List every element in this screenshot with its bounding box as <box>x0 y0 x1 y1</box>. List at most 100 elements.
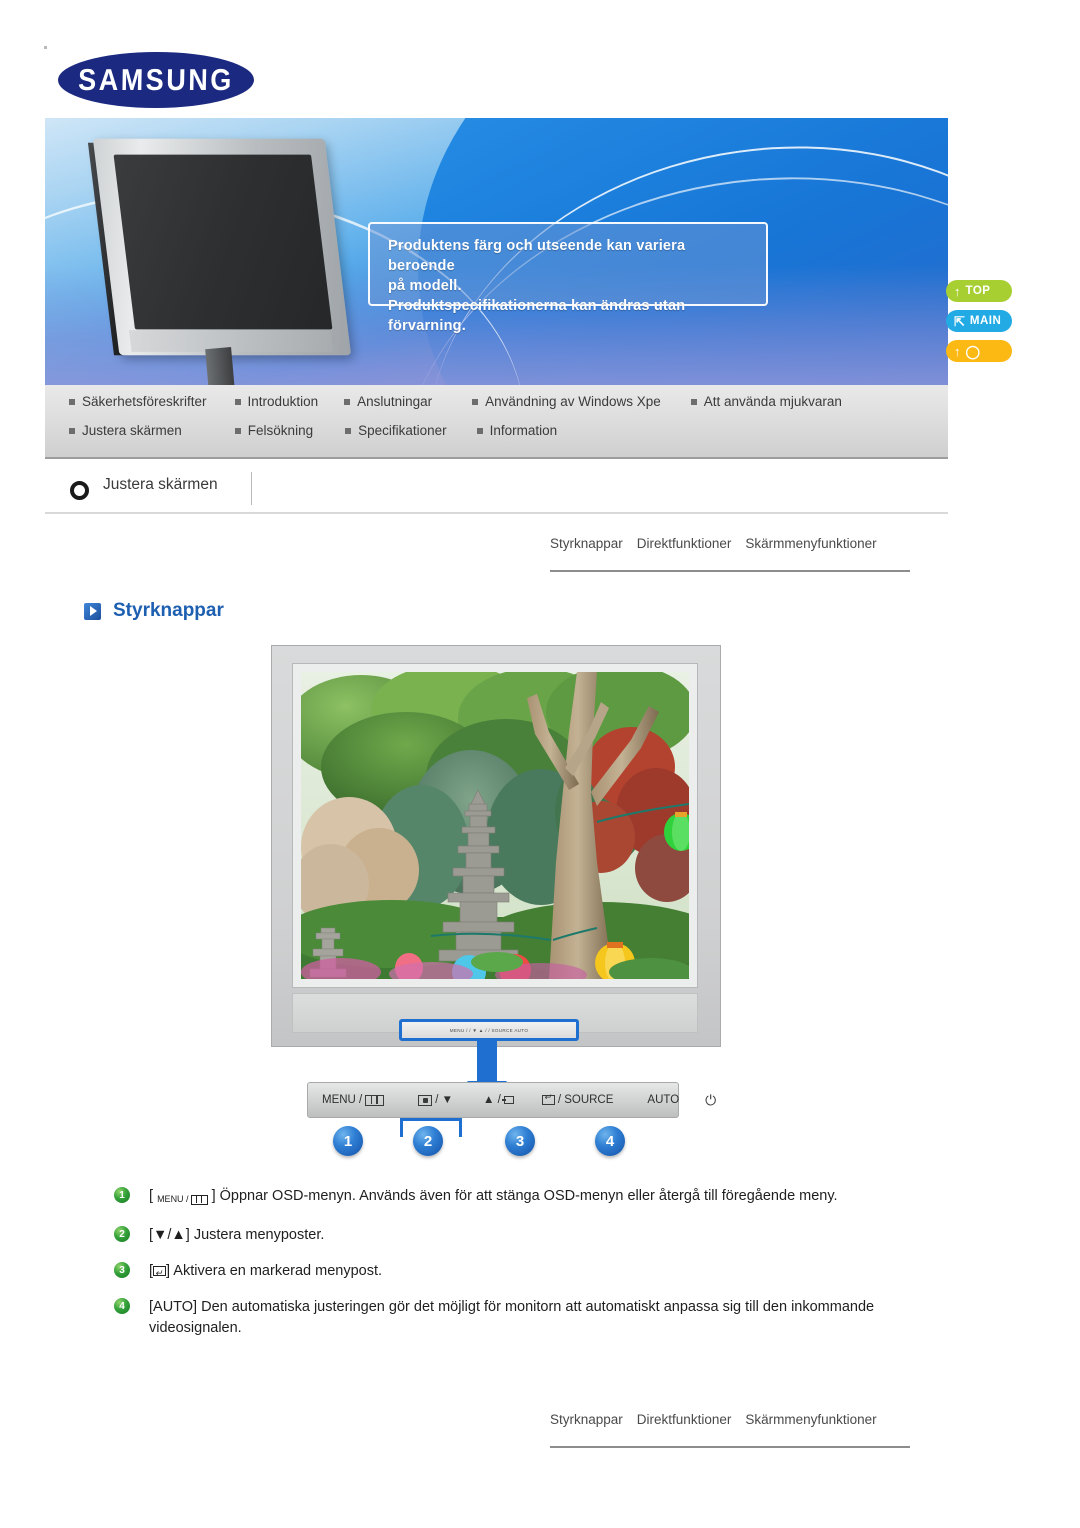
main-button-label: MAIN <box>969 315 1002 327</box>
power-icon: ⏻ <box>705 1091 717 1108</box>
logo-ellipse: SAMSUNG <box>57 52 255 108</box>
nav-label: Att använda mjukvaran <box>703 394 842 409</box>
enter-box-icon <box>153 1263 167 1284</box>
desc1-suffix: ] Öppnar OSD-menyn. Används även för att… <box>211 1188 838 1204</box>
small-box-icon <box>501 1096 514 1104</box>
bullet-square-icon <box>234 427 241 434</box>
nav-row-1: Säkerhetsföreskrifter Introduktion Anslu… <box>45 394 948 409</box>
nav-label: Specifikationer <box>358 423 447 438</box>
screen-photo <box>301 672 689 979</box>
bullet-square-icon <box>234 398 241 405</box>
monitor-inner-bezel <box>292 663 698 988</box>
callout-line-3: Produktspecifikationerna kan ändras utan… <box>388 298 686 334</box>
section-heading: Styrknappar <box>84 600 224 622</box>
subnav-item-skarmmenyfunktioner-bottom[interactable]: Skärmmenyfunktioner <box>745 1412 876 1427</box>
description-text-2: [▼/▲] Justera menyposter. <box>149 1227 325 1243</box>
top-button[interactable]: ↑ TOP <box>946 280 1012 302</box>
nav-item-anvandning-windows-xpe[interactable]: Användning av Windows Xpe <box>472 394 661 409</box>
monitor-stand <box>205 346 235 385</box>
nav-label: Introduktion <box>247 394 319 409</box>
nav-label: Säkerhetsföreskrifter <box>82 394 207 409</box>
bullet-square-icon <box>345 427 352 434</box>
page-root: SAMSUNG Produktens färg och utseende kan… <box>0 0 1080 1528</box>
monitor-screen <box>113 154 333 330</box>
callout-line-1: Produktens färg och utseende kan variera… <box>388 238 686 274</box>
nav-row-2: Justera skärmen Felsökning Specifikation… <box>45 423 948 438</box>
callout-line-2: på modell. <box>388 278 462 294</box>
power-button[interactable]: ⏻ <box>705 1092 716 1109</box>
description-text-4: [AUTO] Den automatiska justeringen gör d… <box>149 1299 875 1336</box>
arrow-turn-icon: ⇱ <box>954 313 965 329</box>
description-item-3: 3 [] Aktivera en markerad menypost. <box>114 1261 894 1284</box>
monitor-illustration <box>85 134 385 385</box>
subnav-item-styrknappar[interactable]: Styrknappar <box>550 536 623 551</box>
button-strip-highlight[interactable]: MENU / / ▼ ▲ / / SOURCE AUTO <box>399 1019 579 1041</box>
desc1-prefix: [ <box>149 1188 154 1204</box>
marker-2: 2 <box>413 1126 443 1156</box>
source-button[interactable]: / SOURCE <box>541 1092 614 1106</box>
title-divider <box>251 472 252 505</box>
main-nav: Säkerhetsföreskrifter Introduktion Anslu… <box>45 385 948 459</box>
nav-item-information[interactable]: Information <box>476 423 557 438</box>
nav-item-att-anvanda-mjukvaran[interactable]: Att använda mjukvaran <box>690 394 842 409</box>
subnav-item-direktfunktioner-bottom[interactable]: Direktfunktioner <box>637 1412 732 1427</box>
monitor-figure: MENU / / ▼ ▲ / / SOURCE AUTO <box>271 645 721 1103</box>
bullet-square-icon <box>472 398 479 405</box>
enter-box-icon <box>541 1092 555 1105</box>
logo-text: SAMSUNG <box>77 62 235 97</box>
input-box-icon <box>418 1094 433 1106</box>
nav-item-felsokning[interactable]: Felsökning <box>234 423 314 438</box>
source-button-label: / SOURCE <box>557 1094 614 1106</box>
menu-grid-icon <box>190 1194 208 1205</box>
bullet-square-icon <box>69 398 75 405</box>
desc3-suffix: ] Aktivera en markerad menypost. <box>166 1263 383 1279</box>
nav-label: Anslutningar <box>357 394 433 409</box>
nav-item-introduktion[interactable]: Introduktion <box>234 394 319 409</box>
subnav-bottom: Styrknappar Direktfunktioner Skärmmenyfu… <box>550 1412 910 1448</box>
corner-dot <box>44 46 47 49</box>
down-button-label: / ▼ <box>435 1094 454 1106</box>
nav-label: Justera skärmen <box>82 423 182 438</box>
top-button-label: TOP <box>965 285 991 297</box>
down-button[interactable]: / ▼ <box>418 1094 453 1106</box>
menu-button-label: MENU / <box>322 1094 363 1106</box>
number-markers: 1 2 3 4 <box>307 1118 677 1162</box>
description-text-3: [] Aktivera en markerad menypost. <box>149 1261 894 1284</box>
description-badge-2: 2 <box>114 1226 130 1242</box>
nav-item-anslutningar[interactable]: Anslutningar <box>344 394 432 409</box>
subnav-item-direktfunktioner[interactable]: Direktfunktioner <box>637 536 732 551</box>
banner-callout: Produktens färg och utseende kan variera… <box>368 222 768 334</box>
up-button[interactable]: ▲ / <box>483 1094 514 1106</box>
description-item-2: 2 [▼/▲] Justera menyposter. <box>114 1225 894 1246</box>
description-list: 1 [ MENU / ] Öppnar OSD-menyn. Används ä… <box>114 1186 894 1354</box>
nav-label: Användning av Windows Xpe <box>485 394 661 409</box>
main-button[interactable]: ⇱ MAIN <box>946 310 1012 332</box>
arrow-up-icon: ↑ <box>954 343 961 359</box>
bullet-square-icon <box>690 398 697 405</box>
marker-1: 1 <box>333 1126 363 1156</box>
auto-button[interactable]: AUTO <box>647 1094 679 1106</box>
garden-photo-svg <box>301 672 689 979</box>
description-item-1: 1 [ MENU / ] Öppnar OSD-menyn. Används ä… <box>114 1186 894 1210</box>
description-badge-1: 1 <box>114 1187 130 1203</box>
auto-button-label: AUTO <box>647 1094 680 1106</box>
callout-arrow-shaft <box>477 1041 497 1085</box>
bullet-square-icon <box>476 427 483 434</box>
menu-button[interactable]: MENU / <box>322 1094 385 1106</box>
nav-label: Felsökning <box>247 423 314 438</box>
bullet-square-icon <box>344 398 351 405</box>
nav-item-specifikationer[interactable]: Specifikationer <box>345 423 447 438</box>
marker-3: 3 <box>505 1126 535 1156</box>
nav-item-sakerhetsforeskrifter[interactable]: Säkerhetsföreskrifter <box>69 394 207 409</box>
subnav-item-skarmmenyfunktioner[interactable]: Skärmmenyfunktioner <box>745 536 876 551</box>
arrow-up-icon: ↑ <box>954 283 961 299</box>
up-button-label: ▲ / <box>483 1094 501 1106</box>
back-button[interactable]: ↑ ◯ <box>946 340 1012 362</box>
hero-banner: Produktens färg och utseende kan variera… <box>45 118 948 385</box>
nav-item-justera-skarmen[interactable]: Justera skärmen <box>69 423 182 438</box>
menu-grid-icon <box>365 1094 385 1106</box>
desc1-menu-glyph: MENU / <box>157 1189 208 1210</box>
subnav-item-styrknappar-bottom[interactable]: Styrknappar <box>550 1412 623 1427</box>
book-icon: ◯ <box>965 343 981 359</box>
desc1-menu-word: MENU / <box>157 1194 189 1204</box>
